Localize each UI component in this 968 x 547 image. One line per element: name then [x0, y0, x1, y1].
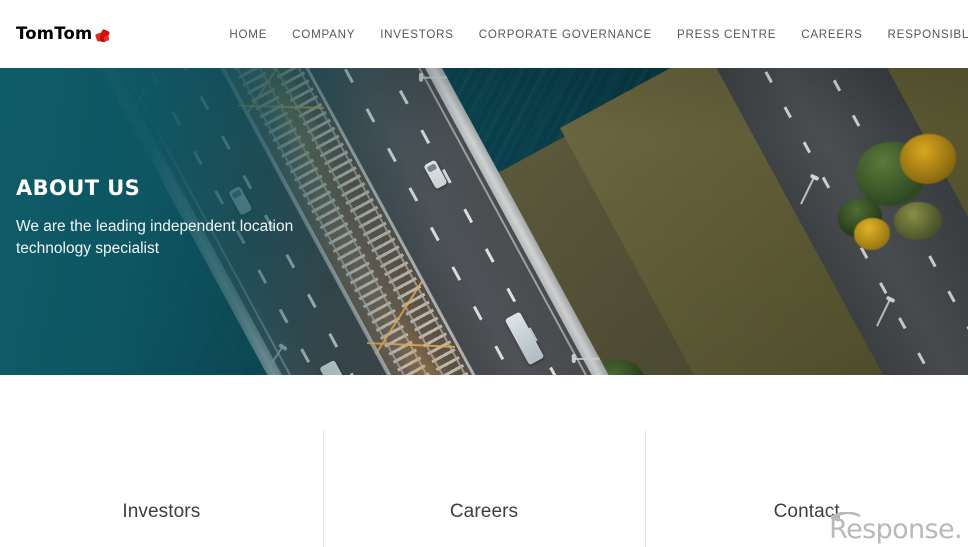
main-navigation: HOME COMPANY INVESTORS CORPORATE GOVERNA…	[229, 22, 968, 47]
logo-wordmark: TomTom	[16, 23, 93, 43]
hero-subtitle: We are the leading independent location …	[16, 218, 294, 257]
tomtom-hands-icon	[94, 28, 111, 44]
hero-banner: ABOUT US We are the leading independent …	[0, 68, 968, 375]
card-careers[interactable]: Careers	[322, 375, 646, 547]
card-label: Contact	[773, 501, 840, 522]
nav-item-careers[interactable]: CAREERS	[801, 22, 862, 47]
hero-title: ABOUT US	[16, 176, 141, 200]
card-label: Investors	[122, 501, 201, 522]
nav-item-home[interactable]: HOME	[229, 22, 267, 47]
card-label: Careers	[449, 501, 519, 522]
nav-item-company[interactable]: COMPANY	[292, 22, 355, 47]
site-header: TomTom HOME COMPANY INVESTORS CORPORATE …	[0, 0, 968, 68]
nav-item-corporate-governance[interactable]: CORPORATE GOVERNANCE	[479, 22, 652, 47]
hero-text-block: ABOUT US We are the leading independent …	[16, 176, 336, 260]
nav-item-press-centre[interactable]: PRESS CENTRE	[677, 22, 776, 47]
quick-links-section: Investors Careers Contact	[0, 375, 968, 547]
card-investors[interactable]: Investors	[0, 375, 323, 547]
card-contact[interactable]: Contact	[645, 375, 968, 547]
nav-item-investors[interactable]: INVESTORS	[380, 22, 454, 47]
tomtom-logo[interactable]: TomTom	[16, 23, 111, 44]
nav-item-responsible-business[interactable]: RESPONSIBLE BUSINESS	[888, 22, 968, 47]
page-root: TomTom HOME COMPANY INVESTORS CORPORATE …	[0, 0, 968, 547]
